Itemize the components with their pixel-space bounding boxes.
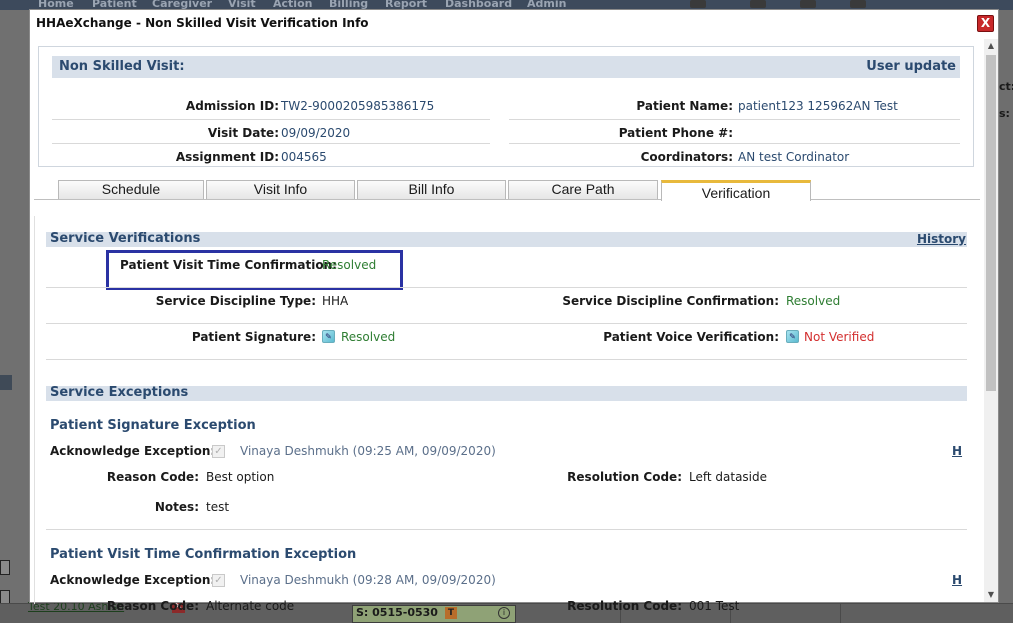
pvtc-label: Patient Visit Time Confirmation: (120, 258, 337, 272)
verification-modal: HHAeXchange - Non Skilled Visit Verifica… (29, 9, 999, 613)
service-verifications-title: Service Verifications (50, 231, 201, 246)
background-right-label: s: (999, 107, 1010, 120)
divider (509, 143, 960, 144)
reason-code-label: Reason Code: (106, 470, 199, 484)
user-update-label: User update (866, 59, 956, 74)
visit-type-title: Non Skilled Visit: (59, 59, 185, 74)
background-bell-icon (690, 0, 706, 8)
pvtc-value: Resolved (322, 258, 377, 272)
exception-title: Patient Signature Exception (50, 418, 256, 433)
background-gridline (840, 603, 841, 623)
background-right-panel (998, 10, 1013, 623)
service-verifications-bar: Service Verifications History (46, 231, 967, 247)
service-discipline-confirmation-value: Resolved (786, 294, 841, 308)
background-user-icon (800, 0, 816, 8)
acknowledge-exception-label: Acknowledge Exception: (50, 573, 216, 587)
exception-history-link[interactable]: H (952, 573, 962, 587)
divider (509, 119, 960, 120)
coordinators-value: AN test Cordinator (738, 150, 850, 164)
tab-bill-info[interactable]: Bill Info (357, 180, 506, 199)
reason-code-value: Best option (206, 470, 275, 484)
signature-status-icon[interactable]: ✎ (322, 330, 335, 343)
service-exceptions-title: Service Exceptions (50, 385, 189, 400)
admission-id-value: TW2-9000205985386175 (281, 99, 435, 113)
service-discipline-type-value: HHA (322, 294, 349, 308)
divider (46, 359, 967, 360)
voice-status-icon[interactable]: ✎ (786, 330, 799, 343)
service-discipline-confirmation-label: Service Discipline Confirmation: (562, 294, 779, 308)
divider (46, 323, 967, 324)
patient-voice-verification-value: Not Verified (804, 330, 875, 344)
divider (52, 143, 490, 144)
service-discipline-type-label: Service Discipline Type: (155, 294, 316, 308)
divider (46, 529, 967, 530)
background-left-box (0, 560, 10, 575)
tab-strip-line (34, 199, 980, 200)
acknowledge-checkbox[interactable]: ✓ (212, 445, 225, 458)
notes-label: Notes: (154, 500, 199, 514)
background-t-badge: T (445, 607, 457, 619)
background-left-strip (0, 375, 12, 390)
background-left-panel (0, 10, 30, 623)
modal-title: HHAeXchange - Non Skilled Visit Verifica… (36, 16, 369, 30)
acknowledge-exception-value: Vinaya Deshmukh (09:25 AM, 09/09/2020) (240, 444, 496, 458)
background-mail-icon (750, 0, 766, 8)
reason-code-label: Reason Code: (106, 599, 199, 613)
resolution-code-label: Resolution Code: (567, 599, 682, 613)
divider (52, 119, 490, 120)
reason-code-value: Alternate code (206, 599, 295, 613)
patient-signature-label: Patient Signature: (191, 330, 316, 344)
service-exceptions-bar: Service Exceptions (46, 385, 967, 401)
visit-date-label: Visit Date: (207, 126, 279, 140)
resolution-code-value: Left dataside (689, 470, 768, 484)
acknowledge-checkbox[interactable]: ✓ (212, 574, 225, 587)
exception-title: Patient Visit Time Confirmation Exceptio… (50, 547, 357, 562)
tab-care-path[interactable]: Care Path (508, 180, 658, 199)
history-link[interactable]: History (917, 232, 966, 246)
close-button[interactable]: X (977, 15, 994, 32)
admission-id-label: Admission ID: (185, 99, 279, 113)
patient-voice-verification-label: Patient Voice Verification: (603, 330, 779, 344)
background-folder-icon (850, 0, 866, 8)
background-schedule-time: S: 0515-0530 (356, 606, 438, 619)
scroll-up-arrow-icon[interactable]: ▲ (984, 39, 998, 53)
modal-scrollbar[interactable]: ▲ ▼ (984, 39, 998, 602)
visit-date-value: 09/09/2020 (281, 126, 351, 140)
notes-value: test (206, 500, 230, 514)
patient-signature-value: Resolved (341, 330, 396, 344)
exception-history-link[interactable]: H (952, 444, 962, 458)
tab-visit-info[interactable]: Visit Info (206, 180, 355, 199)
assignment-id-value: 004565 (281, 150, 327, 164)
resolution-code-value: 001 Test (689, 599, 740, 613)
tab-schedule[interactable]: Schedule (58, 180, 204, 199)
tab-verification[interactable]: Verification (661, 180, 811, 201)
patient-name-label: Patient Name: (636, 99, 733, 113)
patient-name-value: patient123 125962AN Test (738, 99, 898, 113)
assignment-id-label: Assignment ID: (175, 150, 279, 164)
close-icon: X (980, 16, 991, 30)
scrollbar-thumb[interactable] (986, 55, 996, 391)
divider (46, 287, 967, 288)
scroll-down-arrow-icon[interactable]: ▼ (984, 588, 998, 602)
visit-header-bar: Non Skilled Visit: User update (52, 56, 960, 78)
coordinators-label: Coordinators: (640, 150, 733, 164)
background-info-icon[interactable]: i (498, 607, 510, 619)
resolution-code-label: Resolution Code: (567, 470, 682, 484)
background-right-label: ct: (999, 80, 1013, 93)
visit-header-box: Non Skilled Visit: User update Admission… (38, 46, 974, 167)
acknowledge-exception-label: Acknowledge Exception: (50, 444, 216, 458)
acknowledge-exception-value: Vinaya Deshmukh (09:28 AM, 09/09/2020) (240, 573, 496, 587)
patient-phone-label: Patient Phone #: (618, 126, 733, 140)
